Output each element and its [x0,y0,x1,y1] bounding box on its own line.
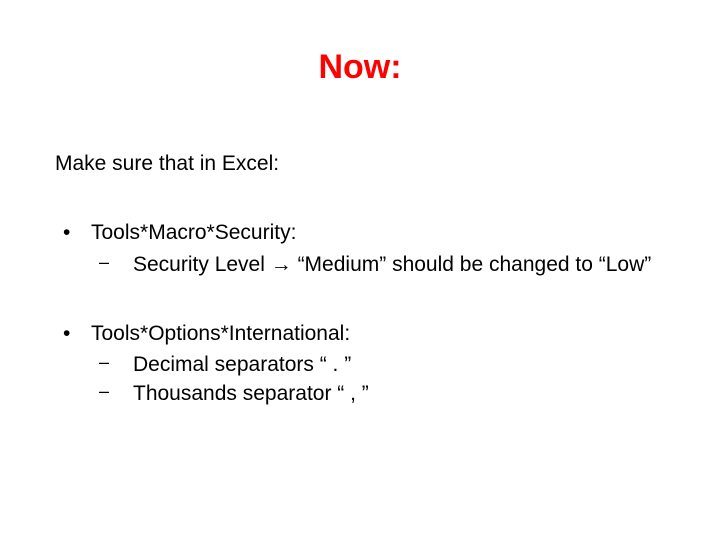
bullet-dash-icon: – [99,380,133,407]
list-subitem: – Thousands separator “ , ” [99,380,680,407]
slide-title: Now: [0,48,720,87]
bullet-text: Decimal separators “ . ” [133,351,680,378]
bullet-text: Tools*Macro*Security: [91,219,296,246]
bullet-group-international: • Tools*Options*International: – Decimal… [55,320,680,408]
list-subitem: – Decimal separators “ . ” [99,351,680,378]
bullet-text: Thousands separator “ , ” [133,380,680,407]
slide: Now: Make sure that in Excel: • Tools*Ma… [0,0,720,540]
list-item: • Tools*Macro*Security: [55,219,680,246]
list-item: • Tools*Options*International: [55,320,680,347]
bullet-dot-icon: • [63,219,91,246]
bullet-dash-icon: – [99,251,133,278]
bullet-group-security: • Tools*Macro*Security: – Security Level… [55,219,680,278]
bullet-text: Tools*Options*International: [91,320,350,347]
slide-body: Make sure that in Excel: • Tools*Macro*S… [55,150,680,450]
bullet-dot-icon: • [63,320,91,347]
list-subitem: – Security Level → “Medium” should be ch… [99,251,680,278]
bullet-text: Security Level → “Medium” should be chan… [133,251,680,278]
intro-text: Make sure that in Excel: [55,150,680,177]
bullet-dash-icon: – [99,351,133,378]
